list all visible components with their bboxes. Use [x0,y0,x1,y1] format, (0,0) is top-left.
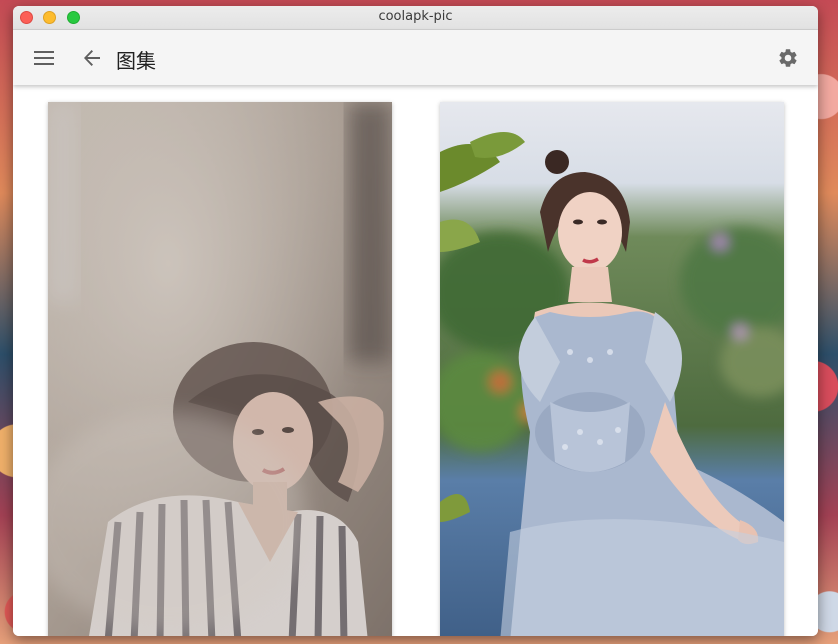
gear-icon [779,49,797,67]
window-titlebar[interactable]: coolapk-pic [13,6,818,30]
gallery-image-2[interactable] [440,102,784,636]
photo-portrait-blue-gown [440,102,784,636]
gallery-grid [13,85,818,636]
settings-button[interactable] [776,46,800,70]
menu-icon [34,51,54,65]
app-window: coolapk-pic 图集 [13,6,818,636]
app-bar: 图集 [13,30,818,85]
window-title: coolapk-pic [378,9,453,24]
back-button[interactable] [80,46,104,70]
gallery-image-1[interactable] [48,102,392,636]
menu-button[interactable] [32,46,56,70]
arrow-left-icon [84,50,100,66]
photo-portrait-striped-shirt [48,102,392,636]
page-title: 图集 [116,49,156,73]
